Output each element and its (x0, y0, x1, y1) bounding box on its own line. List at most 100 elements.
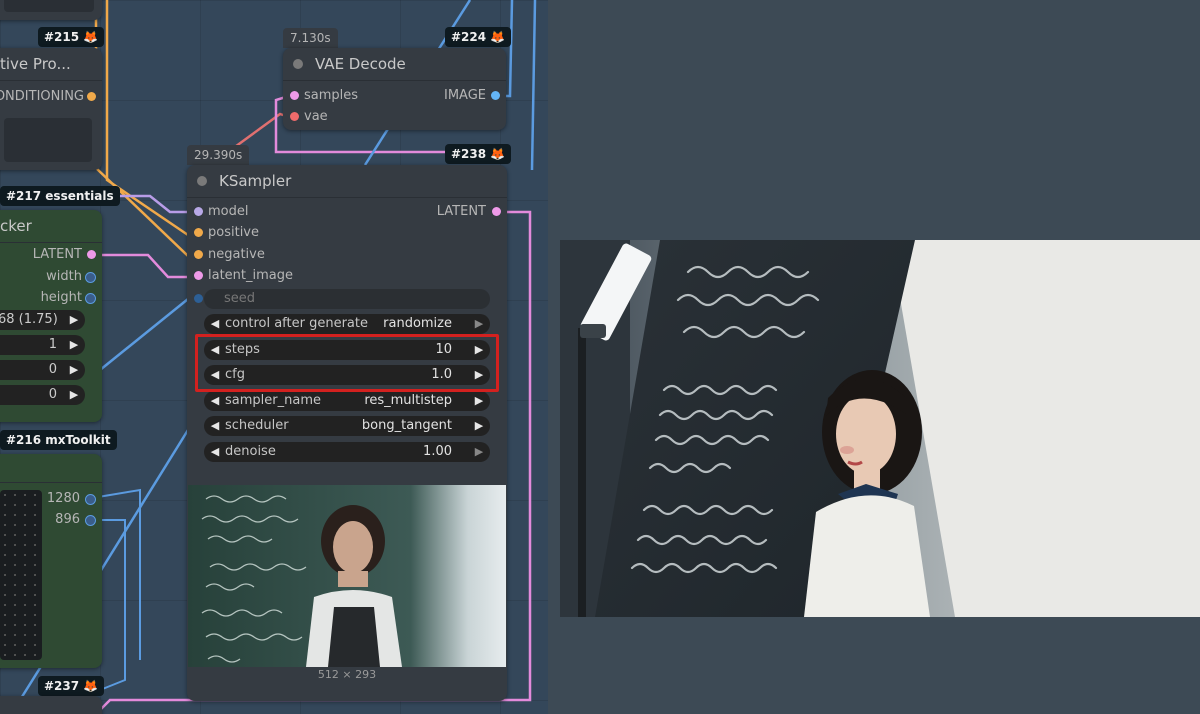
latent-dot-icon[interactable] (290, 91, 299, 100)
vae-dot-icon[interactable] (290, 112, 299, 121)
image-output-label: IMAGE (443, 88, 486, 103)
image-dot-icon[interactable] (491, 91, 500, 100)
widget-label: seed (224, 291, 256, 306)
arrow-left-icon[interactable]: ◀ (208, 416, 222, 436)
height-value-output[interactable]: 896 (45, 511, 102, 529)
ksampler-timing: 29.390s (187, 145, 250, 165)
negative-input[interactable]: negative (187, 246, 507, 264)
arrow-left-icon[interactable]: ◀ (208, 314, 222, 334)
node-title[interactable] (0, 454, 102, 483)
latent-dot-icon[interactable] (194, 271, 203, 280)
conditioning-output[interactable]: ONDITIONING (0, 88, 102, 106)
preview-size-label: 512 × 293 (317, 668, 377, 681)
latent-output[interactable]: LATENT (0, 246, 102, 264)
prompt-node-top[interactable] (0, 0, 102, 20)
collapse-dot-icon[interactable] (197, 176, 207, 186)
int-dot-icon[interactable] (85, 272, 96, 283)
node-title[interactable]: cker (0, 210, 102, 243)
int-dot-icon[interactable] (85, 494, 96, 505)
arrow-right-icon[interactable]: ▶ (472, 314, 486, 334)
widget-label: sampler_name (225, 393, 321, 408)
latent-image-input[interactable]: latent_image (187, 267, 507, 285)
arrow-left-icon[interactable]: ◀ (208, 391, 222, 411)
node-title[interactable]: KSampler (187, 165, 507, 198)
fox-icon: 🦊 (83, 679, 99, 693)
fox-icon: 🦊 (83, 30, 99, 44)
xy-pad[interactable] (0, 490, 42, 660)
badge-text: #237 (44, 679, 80, 693)
node-title-text: KSampler (219, 172, 292, 190)
prompt-textarea-top[interactable] (4, 0, 94, 12)
seed-input-dot-icon[interactable] (194, 294, 203, 303)
bottom-node[interactable] (0, 696, 102, 714)
node-id-badge-216: #216 mxToolkit (0, 430, 117, 450)
conditioning-dot-icon[interactable] (87, 92, 96, 101)
arrow-right-icon[interactable]: ▶ (472, 442, 486, 462)
int-dot-icon[interactable] (85, 293, 96, 304)
width-value-output[interactable]: 1280 (45, 490, 102, 508)
fox-icon: 🦊 (490, 147, 506, 161)
node-title[interactable]: VAE Decode (283, 48, 506, 81)
arrow-right-icon[interactable]: ▶ (67, 385, 81, 405)
latent-preview-image (188, 485, 506, 667)
vae-input[interactable]: vae (283, 108, 506, 126)
generated-image[interactable] (560, 240, 1200, 617)
arrow-right-icon[interactable]: ▶ (67, 360, 81, 380)
node-title-text: tive Pro... (0, 55, 71, 73)
seed-widget[interactable]: seed (194, 289, 490, 309)
denoise-widget[interactable]: ◀ denoise 1.00 ▶ (204, 442, 490, 462)
widget-value: 1.00 (423, 444, 452, 459)
widget-label: scheduler (225, 418, 289, 433)
latent-output-label: LATENT (436, 204, 486, 219)
node-id-badge-217: #217 essentials (0, 186, 120, 206)
arrow-right-icon[interactable]: ▶ (67, 335, 81, 355)
ksampler-node[interactable]: KSampler model LATENT positive negative … (187, 165, 507, 701)
slot-label: vae (304, 109, 328, 124)
width-output[interactable]: width (0, 268, 102, 286)
value-widget-3[interactable]: 0 ▶ (0, 385, 85, 405)
mxtoolkit-node[interactable]: 1280 896 (0, 454, 102, 668)
sampler-name-widget[interactable]: ◀ sampler_name res_multistep ▶ (204, 391, 490, 411)
value-widget-1[interactable]: 1 ▶ (0, 335, 85, 355)
positive-input[interactable]: positive (187, 224, 507, 242)
slot-label: model (208, 204, 249, 219)
model-input[interactable]: model LATENT (187, 203, 507, 221)
empty-latent-node[interactable]: cker LATENT width height 68 (1.75) ▶ 1 ▶… (0, 210, 102, 422)
node-id-badge-238: #238 🦊 (445, 144, 512, 164)
slot-label: latent_image (208, 268, 294, 283)
latent-dot-icon[interactable] (492, 207, 501, 216)
control-after-generate-widget[interactable]: ◀ control after generate randomize ▶ (204, 314, 490, 334)
arrow-left-icon[interactable]: ◀ (208, 442, 222, 462)
prompt-textarea[interactable] (4, 118, 92, 162)
badge-text: #215 (44, 30, 80, 44)
node-graph-canvas[interactable]: #215 🦊 tive Pro... ONDITIONING #217 essen… (0, 0, 548, 714)
steps-cfg-highlight-box (195, 334, 499, 392)
slot-label: 896 (55, 512, 80, 527)
negative-prompt-node[interactable]: tive Pro... ONDITIONING (0, 48, 102, 170)
samples-input[interactable]: samples IMAGE (283, 87, 506, 105)
height-output[interactable]: height (0, 289, 102, 307)
node-title[interactable]: tive Pro... (0, 48, 102, 81)
slot-label: height (40, 290, 82, 305)
node-id-badge-224: #224 🦊 (445, 27, 512, 47)
arrow-right-icon[interactable]: ▶ (472, 416, 486, 436)
vae-decode-node[interactable]: VAE Decode samples IMAGE vae (283, 48, 506, 130)
arrow-right-icon[interactable]: ▶ (67, 310, 81, 330)
arrow-right-icon[interactable]: ▶ (472, 391, 486, 411)
widget-value: 1 (48, 337, 57, 352)
scheduler-widget[interactable]: ◀ scheduler bong_tangent ▶ (204, 416, 490, 436)
slot-label: negative (208, 247, 265, 262)
widget-value: 68 (1.75) (0, 312, 58, 327)
model-dot-icon[interactable] (194, 207, 203, 216)
node-title-text: VAE Decode (315, 55, 406, 73)
widget-value: 0 (48, 387, 57, 402)
conditioning-dot-icon[interactable] (194, 228, 203, 237)
int-dot-icon[interactable] (85, 515, 96, 526)
value-widget-2[interactable]: 0 ▶ (0, 360, 85, 380)
slot-label: 1280 (46, 491, 80, 506)
latent-dot-icon[interactable] (87, 250, 96, 259)
widget-label: denoise (225, 444, 276, 459)
collapse-dot-icon[interactable] (293, 59, 303, 69)
conditioning-dot-icon[interactable] (194, 250, 203, 259)
ratio-widget[interactable]: 68 (1.75) ▶ (0, 310, 85, 330)
